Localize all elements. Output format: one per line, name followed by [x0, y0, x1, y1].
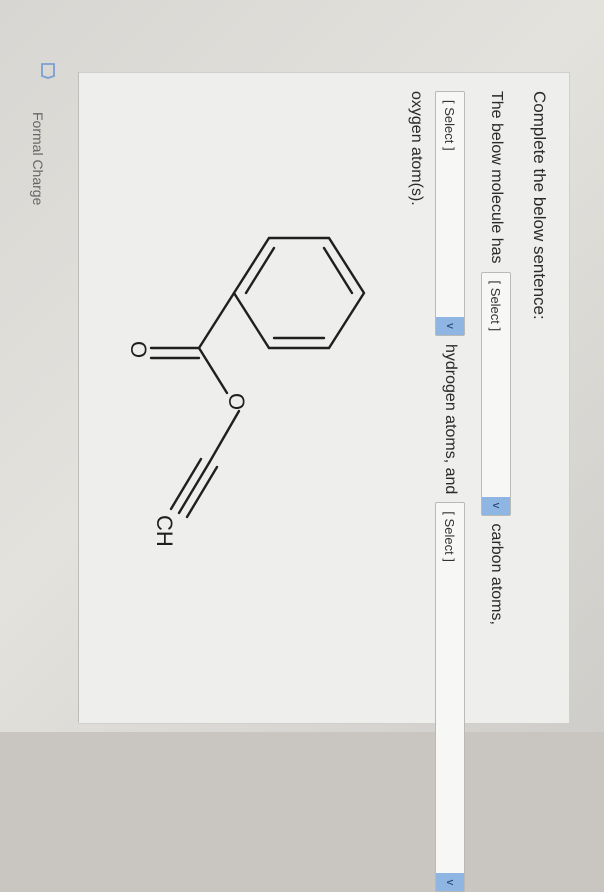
sentence-text-2: carbon atoms, — [488, 523, 505, 625]
molecule-structure: O O CH — [129, 236, 366, 547]
ring-carbonyl-bond — [197, 291, 236, 350]
sentence-text-3: hydrogen atoms, and — [442, 344, 459, 495]
hydrogen-count-select[interactable]: [ Select ] v — [435, 91, 465, 336]
question-prompt: Complete the below sentence: — [530, 91, 549, 320]
terminal-ch-label: CH — [152, 515, 177, 547]
sentence-text-1: The below molecule has — [488, 91, 505, 264]
sentence-row-2: [ Select ] v hydrogen atoms, and [ Selec… — [435, 91, 465, 892]
bookmark-icon[interactable] — [41, 62, 55, 80]
sentence-text-4: oxygen atom(s). — [408, 91, 425, 206]
rotated-view: Complete the below sentence: The below m… — [0, 0, 604, 892]
ring-double-bond — [322, 246, 354, 295]
formal-charge-label: Formal Charge — [30, 112, 46, 206]
oxygen-select-value: [ Select ] — [442, 511, 458, 562]
section-divider — [78, 72, 79, 722]
oxygen-count-select[interactable]: [ Select ] v — [435, 502, 465, 892]
question-card: Complete the below sentence: The below m… — [78, 72, 570, 892]
sentence-row-1: The below molecule has [ Select ] v carb… — [481, 91, 511, 625]
screen: Complete the below sentence: The below m… — [0, 0, 604, 892]
chevron-down-icon[interactable]: v — [436, 317, 464, 335]
ring-double-bond — [244, 246, 276, 295]
carbon-select-value: [ Select ] — [488, 280, 504, 332]
ester-oxygen-label: O — [224, 393, 249, 410]
benzene-ring — [232, 236, 366, 350]
o-alkyne-bond — [207, 409, 241, 465]
carbonyl-oxygen-label: O — [129, 341, 151, 358]
carbon-count-select[interactable]: [ Select ] v — [481, 271, 511, 516]
chevron-down-icon[interactable]: v — [482, 496, 510, 515]
hydrogen-select-value: [ Select ] — [442, 100, 458, 151]
chevron-down-icon[interactable]: v — [436, 873, 464, 892]
ester-bond — [197, 346, 229, 395]
